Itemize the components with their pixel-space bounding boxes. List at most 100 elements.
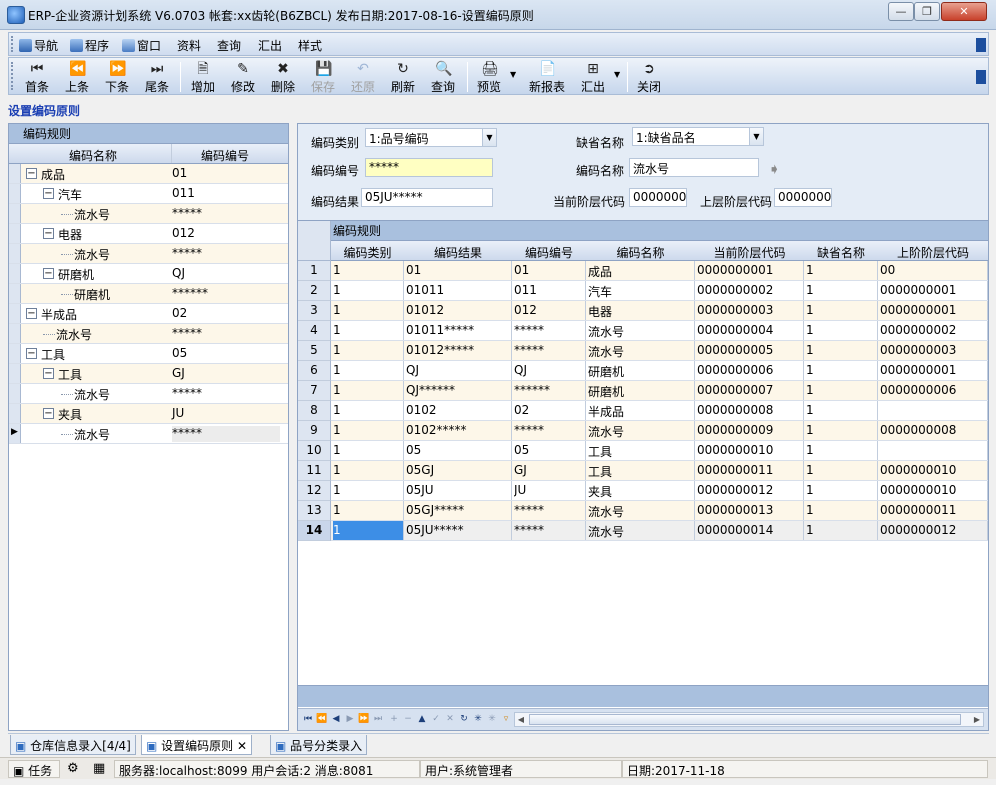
- table-cell[interactable]: 研磨机: [588, 363, 694, 380]
- preview-dropdown-arrow[interactable]: ▼: [510, 70, 516, 79]
- table-cell[interactable]: 电器: [588, 303, 694, 320]
- row-indicator[interactable]: ▶: [9, 424, 21, 443]
- table-cell[interactable]: 1: [806, 343, 877, 357]
- row-number[interactable]: 11: [298, 461, 331, 481]
- row-number[interactable]: 4: [298, 321, 331, 341]
- table-cell[interactable]: 夹具: [588, 483, 694, 500]
- restore-record-button[interactable]: ↶ 还原: [345, 60, 381, 94]
- tree-row[interactable]: 研磨机 ******: [9, 284, 288, 304]
- table-cell[interactable]: 0000000010: [880, 463, 987, 477]
- menubar-chevron[interactable]: [976, 38, 986, 52]
- collapse-toggle-icon[interactable]: −: [26, 308, 37, 319]
- column-header-code-result[interactable]: 编码结果: [404, 244, 512, 261]
- nav-next-icon[interactable]: ▶: [344, 713, 356, 725]
- table-cell[interactable]: 1: [333, 323, 403, 337]
- query-button[interactable]: 🔍 查询: [425, 60, 461, 94]
- scrollbar-thumb[interactable]: [529, 714, 961, 725]
- row-indicator[interactable]: [9, 304, 21, 323]
- row-indicator[interactable]: [9, 324, 21, 343]
- close-tab-icon[interactable]: ✕: [237, 739, 247, 753]
- toolbar-grip[interactable]: [11, 62, 14, 90]
- table-cell[interactable]: 0000000009: [697, 423, 803, 437]
- previous-record-button[interactable]: ⏪ 上条: [59, 60, 95, 94]
- row-number[interactable]: 8: [298, 401, 331, 421]
- tree-row[interactable]: 流水号 *****: [9, 324, 288, 344]
- tree-row[interactable]: 流水号 *****: [9, 244, 288, 264]
- nav-up-icon[interactable]: ▲: [416, 713, 428, 725]
- tab-coding-rule[interactable]: ▣ 设置编码原则 ✕: [141, 735, 253, 755]
- task-button[interactable]: ▣ 任务: [8, 760, 60, 778]
- column-header-code-no[interactable]: 编码编号: [201, 147, 249, 164]
- table-cell[interactable]: 流水号: [588, 523, 694, 540]
- table-cell[interactable]: QJ******: [406, 383, 511, 397]
- nav-prev-page-icon[interactable]: ⏪: [316, 713, 328, 725]
- table-cell[interactable]: 05JU*****: [406, 523, 511, 537]
- column-header-current-level[interactable]: 当前阶层代码: [695, 244, 804, 261]
- tree-row[interactable]: 流水号 *****: [9, 384, 288, 404]
- row-number[interactable]: 10: [298, 441, 331, 461]
- table-cell[interactable]: 05GJ: [406, 463, 511, 477]
- table-cell[interactable]: 工具: [588, 463, 694, 480]
- row-number[interactable]: 1: [298, 261, 331, 281]
- table-cell[interactable]: 0000000010: [880, 483, 987, 497]
- tree-row[interactable]: ▶ 流水号 *****: [9, 424, 288, 444]
- nav-goto-bookmark-icon[interactable]: ✳: [486, 713, 498, 725]
- next-record-button[interactable]: ⏩ 下条: [99, 60, 135, 94]
- table-cell[interactable]: 05GJ*****: [406, 503, 511, 517]
- menu-navigate[interactable]: 导航: [19, 37, 58, 54]
- table-cell[interactable]: 1: [806, 523, 877, 537]
- table-cell[interactable]: *****: [514, 343, 585, 357]
- table-cell[interactable]: 0000000002: [880, 323, 987, 337]
- table-cell[interactable]: 0000000008: [697, 403, 803, 417]
- table-row[interactable]: 1 05JU***** ***** 流水号 0000000014 1 0000000012: [331, 521, 988, 541]
- table-cell[interactable]: 0000000013: [697, 503, 803, 517]
- table-cell[interactable]: 半成品: [588, 403, 694, 420]
- table-cell[interactable]: 1: [333, 443, 403, 457]
- table-cell[interactable]: 1: [806, 403, 877, 417]
- collapse-toggle-icon[interactable]: −: [26, 348, 37, 359]
- nav-post-icon[interactable]: ✓: [430, 713, 442, 725]
- nav-prev-icon[interactable]: ◀: [330, 713, 342, 725]
- table-cell[interactable]: 1: [806, 323, 877, 337]
- table-row[interactable]: 1 01012***** ***** 流水号 0000000005 1 0000000003: [331, 341, 988, 361]
- table-cell[interactable]: 0102: [406, 403, 511, 417]
- minimize-button[interactable]: —: [888, 2, 914, 21]
- code-name-input[interactable]: 流水号: [629, 158, 759, 177]
- table-cell[interactable]: 1: [806, 363, 877, 377]
- table-cell[interactable]: 0000000006: [697, 363, 803, 377]
- table-cell[interactable]: 1: [333, 383, 403, 397]
- table-cell[interactable]: 1: [333, 263, 403, 277]
- table-cell[interactable]: 01011: [406, 283, 511, 297]
- row-indicator[interactable]: [9, 244, 21, 263]
- new-report-button[interactable]: 📄 新报表: [523, 60, 571, 94]
- table-cell[interactable]: 1: [806, 283, 877, 297]
- table-cell[interactable]: 0000000001: [697, 263, 803, 277]
- row-indicator[interactable]: [9, 364, 21, 383]
- collapse-toggle-icon[interactable]: −: [26, 168, 37, 179]
- nav-insert-icon[interactable]: +: [388, 713, 400, 725]
- table-cell[interactable]: 1: [333, 503, 403, 517]
- tree-row[interactable]: − 工具 05: [9, 344, 288, 364]
- table-cell[interactable]: 0000000012: [880, 523, 987, 537]
- table-cell[interactable]: 011: [514, 283, 585, 297]
- row-number[interactable]: 6: [298, 361, 331, 381]
- column-header-code-no[interactable]: 编码编号: [512, 244, 586, 261]
- settings-icon[interactable]: ⚙: [67, 761, 79, 776]
- collapse-toggle-icon[interactable]: −: [43, 188, 54, 199]
- tree-row[interactable]: − 电器 012: [9, 224, 288, 244]
- table-cell[interactable]: 1: [333, 303, 403, 317]
- table-cell[interactable]: *****: [514, 423, 585, 437]
- table-row[interactable]: 1 05GJ GJ 工具 0000000011 1 0000000010: [331, 461, 988, 481]
- scroll-right-icon[interactable]: ▶: [971, 713, 983, 726]
- table-row[interactable]: 1 01011***** ***** 流水号 0000000004 1 0000000002: [331, 321, 988, 341]
- tree-row[interactable]: − 成品 01: [9, 164, 288, 184]
- nav-last-icon[interactable]: ⏭: [372, 713, 384, 725]
- table-row[interactable]: 1 QJ QJ 研磨机 0000000006 1 0000000001: [331, 361, 988, 381]
- table-cell[interactable]: 0000000001: [880, 303, 987, 317]
- menu-style[interactable]: 样式: [298, 37, 322, 54]
- add-button[interactable]: 🗎 增加: [185, 60, 221, 94]
- column-header-code-type[interactable]: 编码类别: [331, 244, 404, 261]
- last-record-button[interactable]: ⏭ 尾条: [139, 60, 175, 94]
- table-cell[interactable]: 流水号: [588, 503, 694, 520]
- chevron-down-icon[interactable]: ▼: [749, 128, 763, 145]
